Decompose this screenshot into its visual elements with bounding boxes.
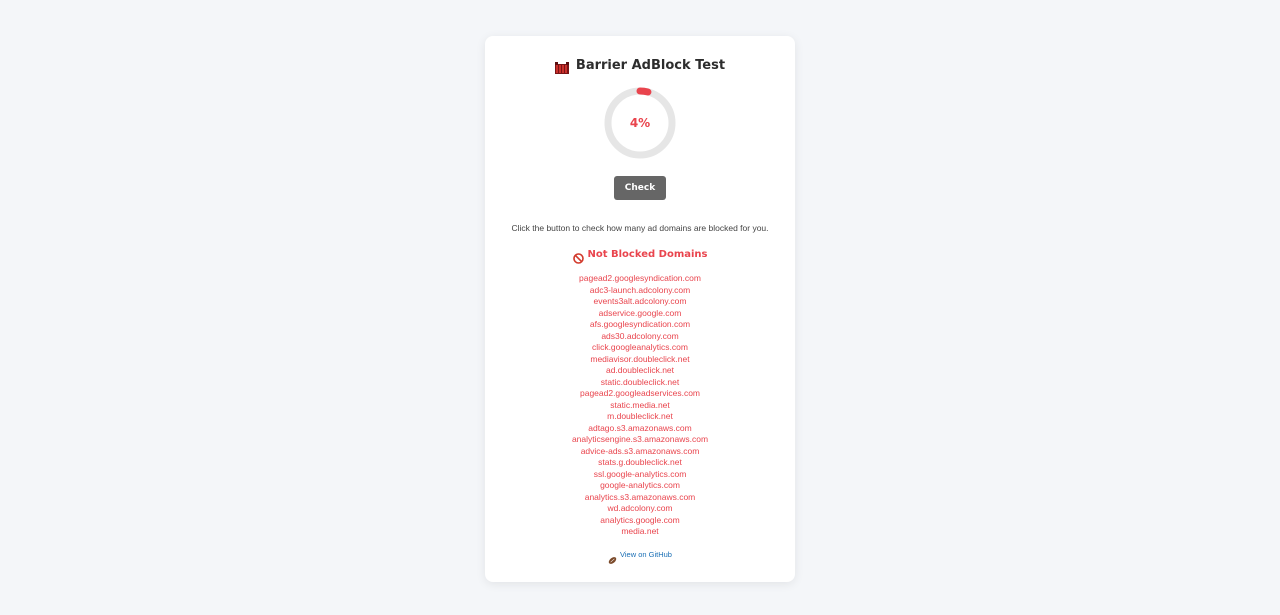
gauge-percent-label: 4% [629,116,651,130]
domain-list-item: static.media.net [610,399,670,410]
check-button[interactable]: Check [614,176,666,200]
domain-list-item: afs.googlesyndication.com [589,319,691,329]
github-footer: View on GitHub [485,550,795,564]
domain-list-item: ads30.adcolony.com [601,330,679,341]
domain-list-item: stats.g.doubleclick.net [598,457,682,467]
domain-list-item: advice-ads.s3.amazonaws.com [580,445,700,456]
adblock-test-card: Barrier AdBlock Test 4% Check Click the … [485,36,795,582]
domain-list-item: mediavisor.doubleclick.net [590,353,690,364]
domain-list-item: click.googleanalytics.com [592,342,688,352]
domain-list-item: m.doubleclick.net [607,411,673,421]
domain-list-item: google-analytics.com [600,480,680,490]
domain-list-item: adservice.google.com [598,307,682,318]
domain-list-item: events3alt.adcolony.com [593,296,687,306]
barrier-icon [554,60,569,74]
domain-list-item: media.net [621,526,659,536]
title-row: Barrier AdBlock Test [485,58,795,74]
domain-list-item: analytics.s3.amazonaws.com [584,491,696,502]
not-blocked-header: Not Blocked Domains [485,249,795,264]
not-blocked-title: Not Blocked Domains [587,249,708,260]
domain-list-item: static.doubleclick.net [600,376,680,387]
app-title: Barrier AdBlock Test [575,58,726,73]
domain-list-item: wd.adcolony.com [607,503,673,513]
progress-gauge: 4% [604,87,676,159]
description-text: Click the button to check how many ad do… [511,223,769,233]
domain-list-item: pagead2.googleadservices.com [579,388,701,398]
rugby-ball-icon [608,550,617,564]
domain-list-item: adtago.s3.amazonaws.com [588,422,692,433]
domain-list-item: ad.doubleclick.net [605,365,675,375]
prohibited-icon [572,249,584,264]
view-on-github-link[interactable]: View on GitHub [620,550,672,559]
domain-list-item: ssl.google-analytics.com [593,468,687,479]
domain-list-item: analyticsengine.s3.amazonaws.com [571,434,709,444]
domain-list-item: pagead2.googlesyndication.com [579,273,701,283]
not-blocked-domain-list: pagead2.googlesyndication.com adc3-launch… [485,273,795,538]
domain-list-item: adc3-launch.adcolony.com [589,284,691,295]
domain-list-item: analytics.google.com [600,514,680,525]
